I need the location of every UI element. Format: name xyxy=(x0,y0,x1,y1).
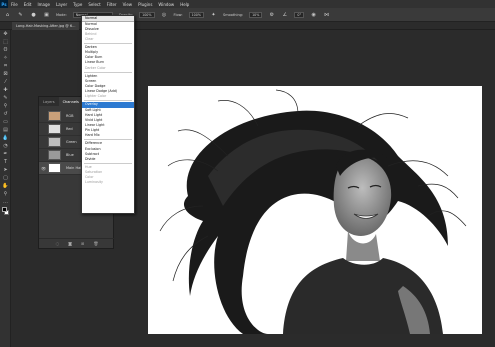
angle-field[interactable]: 0° xyxy=(294,11,305,18)
channel-thumbnail xyxy=(48,124,61,134)
menu-image[interactable]: Image xyxy=(34,2,53,7)
lasso-tool-icon[interactable]: ʘ xyxy=(0,46,11,54)
pressure-opacity-icon[interactable]: ◎ xyxy=(161,11,168,18)
channel-thumbnail xyxy=(48,137,61,147)
menu-bar: Ps File Edit Image Layer Type Select Filter Vie… xyxy=(0,0,495,8)
opacity-field[interactable]: 100% xyxy=(139,11,155,18)
angle-icon: ∠ xyxy=(282,11,288,18)
foreground-background-tool-icon[interactable] xyxy=(0,206,11,218)
brush-tool-icon[interactable]: ✎ xyxy=(17,11,24,18)
flow-field[interactable]: 100% xyxy=(188,11,204,18)
menu-filter[interactable]: Filter xyxy=(104,2,120,7)
portrait-photo xyxy=(159,89,467,334)
foreground-color-swatch[interactable] xyxy=(2,207,7,212)
type-tool-icon[interactable]: T xyxy=(0,158,11,166)
smoothing-field[interactable]: 10% xyxy=(249,11,263,18)
save-selection-icon[interactable]: ◙ xyxy=(68,241,72,246)
tab-layers[interactable]: Layers xyxy=(39,97,59,106)
menu-help[interactable]: Help xyxy=(177,2,192,7)
flow-label: Flow: xyxy=(173,12,183,17)
load-selection-icon[interactable]: ◌ xyxy=(56,241,60,246)
new-channel-icon[interactable]: ⊞ xyxy=(81,241,84,246)
document-canvas[interactable] xyxy=(148,86,482,334)
blend-mode-list: Normal Dissolve Behind Clear Darken Multiply C… xyxy=(82,22,134,186)
delete-channel-icon[interactable]: 🗑 xyxy=(93,241,98,246)
hand-tool-icon[interactable]: ✋ xyxy=(0,182,11,190)
channel-label: Green xyxy=(66,140,77,144)
menu-layer[interactable]: Layer xyxy=(53,2,70,7)
rectangle-tool-icon[interactable]: ▢ xyxy=(0,174,11,182)
options-bar: ⌂ ✎ ● ▣ Mode: Normal Opacity: 100% ◎ Flo… xyxy=(0,8,495,22)
mode-label: Mode: xyxy=(56,12,67,17)
blur-tool-icon[interactable]: 💧 xyxy=(0,134,11,142)
brush-settings-icon[interactable]: ▣ xyxy=(43,11,50,18)
brush-tool-icon[interactable]: ✎ xyxy=(0,94,11,102)
eyedropper-tool-icon[interactable]: ⁄ xyxy=(0,78,11,86)
document-tab[interactable]: Long-Hair-Masking-After.jpg @ 6... xyxy=(12,22,80,30)
pressure-size-icon[interactable]: ◉ xyxy=(310,11,317,18)
eraser-tool-icon[interactable]: ▭ xyxy=(0,118,11,126)
channel-thumbnail xyxy=(48,111,61,121)
channel-label: Red xyxy=(66,127,73,131)
marquee-tool-icon[interactable]: ⬚ xyxy=(0,38,11,46)
pen-tool-icon[interactable]: ✒ xyxy=(0,150,11,158)
path-select-tool-icon[interactable]: ➤ xyxy=(0,166,11,174)
tools-panel: ✥ ⬚ ʘ ✧ ⌗ ⊠ ⁄ ✚ ✎ ⚲ ↺ ▭ ▤ 💧 ◔ ✒ T ➤ ▢ ✋ ⚲… xyxy=(0,30,11,347)
smoothing-settings-icon[interactable]: ⚙ xyxy=(268,11,275,18)
move-tool-icon[interactable]: ✥ xyxy=(0,30,11,38)
more-tool-icon[interactable]: … xyxy=(0,198,11,206)
channel-thumbnail xyxy=(48,150,61,160)
document-tab-bar: Long-Hair-Masking-After.jpg @ 6... xyxy=(0,22,495,30)
photoshop-logo-icon: Ps xyxy=(0,0,8,8)
gradient-tool-icon[interactable]: ▤ xyxy=(0,126,11,134)
menu-separator xyxy=(84,138,132,141)
history-brush-tool-icon[interactable]: ↺ xyxy=(0,110,11,118)
menu-file[interactable]: File xyxy=(8,2,21,7)
visibility-eye-icon[interactable]: 👁 xyxy=(39,166,48,171)
home-icon[interactable]: ⌂ xyxy=(4,11,11,18)
airbrush-icon[interactable]: ✦ xyxy=(210,11,217,18)
zoom-tool-icon[interactable]: ⚲ xyxy=(0,190,11,198)
brush-preset-icon[interactable]: ● xyxy=(30,11,37,18)
menu-select[interactable]: Select xyxy=(85,2,103,7)
menu-type[interactable]: Type xyxy=(70,2,85,7)
clone-tool-icon[interactable]: ⚲ xyxy=(0,102,11,110)
menu-view[interactable]: View xyxy=(120,2,136,7)
blend-mode-option: Luminosity xyxy=(85,180,103,185)
symmetry-icon[interactable]: ⋈ xyxy=(323,11,330,18)
menu-separator xyxy=(84,42,132,45)
smoothing-label: Smoothing: xyxy=(222,12,244,17)
panel-footer: ◌ ◙ ⊞ 🗑 xyxy=(39,238,115,248)
menu-separator xyxy=(84,162,132,165)
blend-mode-dropdown: Normal Normal Dissolve Behind Clear Darken Mu… xyxy=(81,15,135,214)
spot-heal-tool-icon[interactable]: ✚ xyxy=(0,86,11,94)
crop-tool-icon[interactable]: ⌗ xyxy=(0,62,11,70)
menu-edit[interactable]: Edit xyxy=(21,2,35,7)
menu-window[interactable]: Window xyxy=(155,2,177,7)
dodge-tool-icon[interactable]: ◔ xyxy=(0,142,11,150)
menu-plugins[interactable]: Plugins xyxy=(135,2,155,7)
channel-label: RGB xyxy=(66,114,74,118)
channel-label: Blue xyxy=(66,153,74,157)
quick-select-tool-icon[interactable]: ✧ xyxy=(0,54,11,62)
menu-separator xyxy=(84,71,132,73)
frame-tool-icon[interactable]: ⊠ xyxy=(0,70,11,78)
menu-separator xyxy=(84,99,132,102)
tab-channels[interactable]: Channels xyxy=(58,97,83,106)
channel-thumbnail xyxy=(48,163,61,173)
